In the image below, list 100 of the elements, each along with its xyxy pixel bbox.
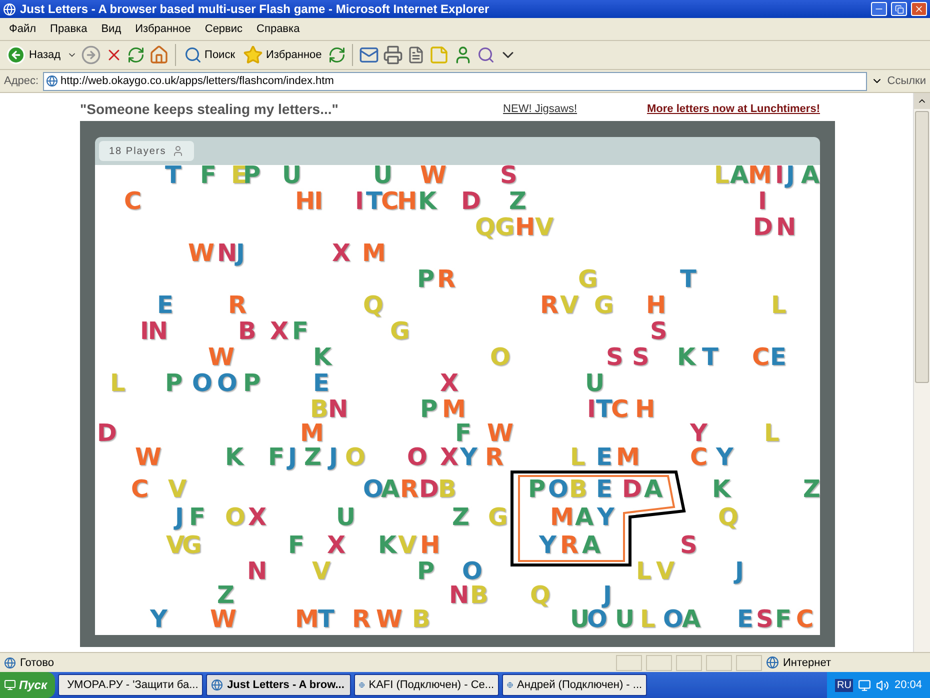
magnet-letter[interactable]: X <box>440 373 458 395</box>
magnet-letter[interactable]: J <box>786 165 794 187</box>
magnet-letter[interactable]: M <box>362 243 385 265</box>
taskbar-button[interactable]: УМОРА.РУ - 'Защити ба... <box>58 674 204 696</box>
magnet-letter[interactable]: P <box>417 269 434 291</box>
magnet-letter[interactable]: C <box>752 347 769 369</box>
magnet-letter[interactable]: H <box>646 295 666 317</box>
magnet-letter[interactable]: E <box>596 447 612 469</box>
magnet-letter[interactable]: C <box>611 399 628 421</box>
magnet-letter[interactable]: J <box>288 447 296 469</box>
magnet-letter[interactable]: C <box>381 191 398 213</box>
magnet-letter[interactable]: J <box>735 561 743 583</box>
scrollbar[interactable] <box>913 93 930 652</box>
magnet-letter[interactable]: M <box>295 609 318 631</box>
menu-item[interactable]: Сервис <box>198 23 250 35</box>
page-link[interactable]: More letters now at Lunchtimers! <box>647 103 820 115</box>
magnet-letter[interactable]: A <box>582 535 600 557</box>
magnet-letter[interactable]: I <box>758 191 766 213</box>
magnet-letter[interactable]: W <box>210 609 236 631</box>
magnet-letter[interactable]: S <box>632 347 648 369</box>
magnet-letter[interactable]: Z <box>803 479 820 501</box>
magnet-letter[interactable]: J <box>603 585 611 607</box>
magnet-letter[interactable]: T <box>596 399 612 421</box>
links-label[interactable]: Ссылки <box>887 75 926 87</box>
magnet-letter[interactable]: R <box>352 609 370 631</box>
page-link[interactable]: NEW! Jigsaws! <box>503 103 578 115</box>
magnet-letter[interactable]: W <box>487 423 512 445</box>
language-indicator[interactable]: RU <box>835 678 854 692</box>
network-icon[interactable] <box>858 678 872 692</box>
address-field[interactable]: http://web.okaygo.co.uk/apps/letters/flashcom/index.htm <box>42 72 868 90</box>
magnet-letter[interactable]: O <box>407 447 426 469</box>
magnet-letter[interactable]: C <box>131 479 148 501</box>
magnet-letter[interactable]: T <box>702 347 718 369</box>
magnet-letter[interactable]: Z <box>452 507 468 529</box>
close-button[interactable] <box>911 2 927 16</box>
magnet-letter[interactable]: K <box>677 347 695 369</box>
magnet-letter[interactable]: A <box>575 507 593 529</box>
magnet-letter[interactable]: Z <box>509 191 526 213</box>
magnet-letter[interactable]: W <box>188 243 214 265</box>
magnet-letter[interactable]: H <box>420 535 440 557</box>
magnet-letter[interactable]: P <box>528 479 545 501</box>
mail-icon[interactable] <box>358 45 379 65</box>
magnet-letter[interactable]: X <box>270 321 288 343</box>
magnet-letter[interactable]: S <box>500 165 516 187</box>
magnet-letter[interactable]: F <box>292 321 308 343</box>
players-tab[interactable]: 18 Players <box>99 141 194 161</box>
magnet-letter[interactable]: J <box>329 447 337 469</box>
magnet-letter[interactable]: K <box>712 479 730 501</box>
magnet-letter[interactable]: Y <box>460 447 476 469</box>
taskbar-button[interactable]: Андрей (Подключен) - ... <box>502 674 648 696</box>
minimize-button[interactable] <box>871 2 887 16</box>
magnet-letter[interactable]: C <box>690 447 707 469</box>
magnet-letter[interactable]: F <box>455 423 470 445</box>
magnet-letter[interactable]: E <box>770 347 786 369</box>
magnet-letter[interactable]: Y <box>690 423 706 445</box>
magnet-letter[interactable]: R <box>560 535 578 557</box>
magnet-letter[interactable]: K <box>378 535 396 557</box>
taskbar-button[interactable]: KAFI (Подключен) - Се... <box>354 674 500 696</box>
magnet-letter[interactable]: D <box>753 217 772 239</box>
magnet-letter[interactable]: A <box>801 165 819 187</box>
magnet-letter[interactable]: B <box>238 321 256 343</box>
back-button[interactable]: Назад <box>4 43 63 67</box>
search-button[interactable]: Поиск <box>182 44 238 66</box>
magnet-letter[interactable]: R <box>540 295 558 317</box>
magnet-letter[interactable]: O <box>192 373 212 395</box>
magnet-letter[interactable]: C <box>796 609 813 631</box>
magnet-letter[interactable]: H <box>397 191 416 213</box>
magnet-letter[interactable]: E <box>596 479 612 501</box>
magnet-letter[interactable]: S <box>606 347 622 369</box>
magnet-letter[interactable]: X <box>332 243 350 265</box>
magnet-letter[interactable]: H <box>515 217 534 239</box>
magnet-letter[interactable]: K <box>418 191 436 213</box>
magnet-letter[interactable]: Y <box>597 507 614 529</box>
magnet-letter[interactable]: J <box>236 243 244 265</box>
magnet-letter[interactable]: F <box>189 507 204 529</box>
magnet-letter[interactable]: O <box>663 609 682 631</box>
magnet-letter[interactable]: I <box>587 399 595 421</box>
magnet-letter[interactable]: P <box>165 373 182 395</box>
magnet-letter[interactable]: W <box>376 609 402 631</box>
magnet-letter[interactable]: O <box>363 479 382 501</box>
magnet-letter[interactable]: M <box>442 399 465 421</box>
magnet-letter[interactable]: Z <box>304 447 320 469</box>
volume-icon[interactable] <box>876 678 890 692</box>
magnet-letter[interactable]: U <box>336 507 354 529</box>
menu-item[interactable]: Справка <box>250 23 307 35</box>
magnet-letter[interactable]: E <box>737 609 752 631</box>
magnet-letter[interactable]: I <box>775 165 783 187</box>
magnet-letter[interactable]: M <box>616 447 639 469</box>
magnet-letter[interactable]: D <box>97 423 116 445</box>
magnet-letter[interactable]: H <box>635 399 654 421</box>
magnet-letter[interactable]: P <box>243 373 260 395</box>
magnet-letter[interactable]: U <box>570 609 588 631</box>
menu-item[interactable]: Правка <box>43 23 94 35</box>
magnet-letter[interactable]: X <box>327 535 345 557</box>
magnet-letter[interactable]: Y <box>539 535 556 557</box>
magnet-letter[interactable]: M <box>550 507 573 529</box>
magnet-letter[interactable]: S <box>680 535 696 557</box>
favorites-button[interactable]: Избранное <box>241 43 324 67</box>
menu-item[interactable]: Файл <box>2 23 44 35</box>
magnet-letter[interactable]: D <box>461 191 480 213</box>
